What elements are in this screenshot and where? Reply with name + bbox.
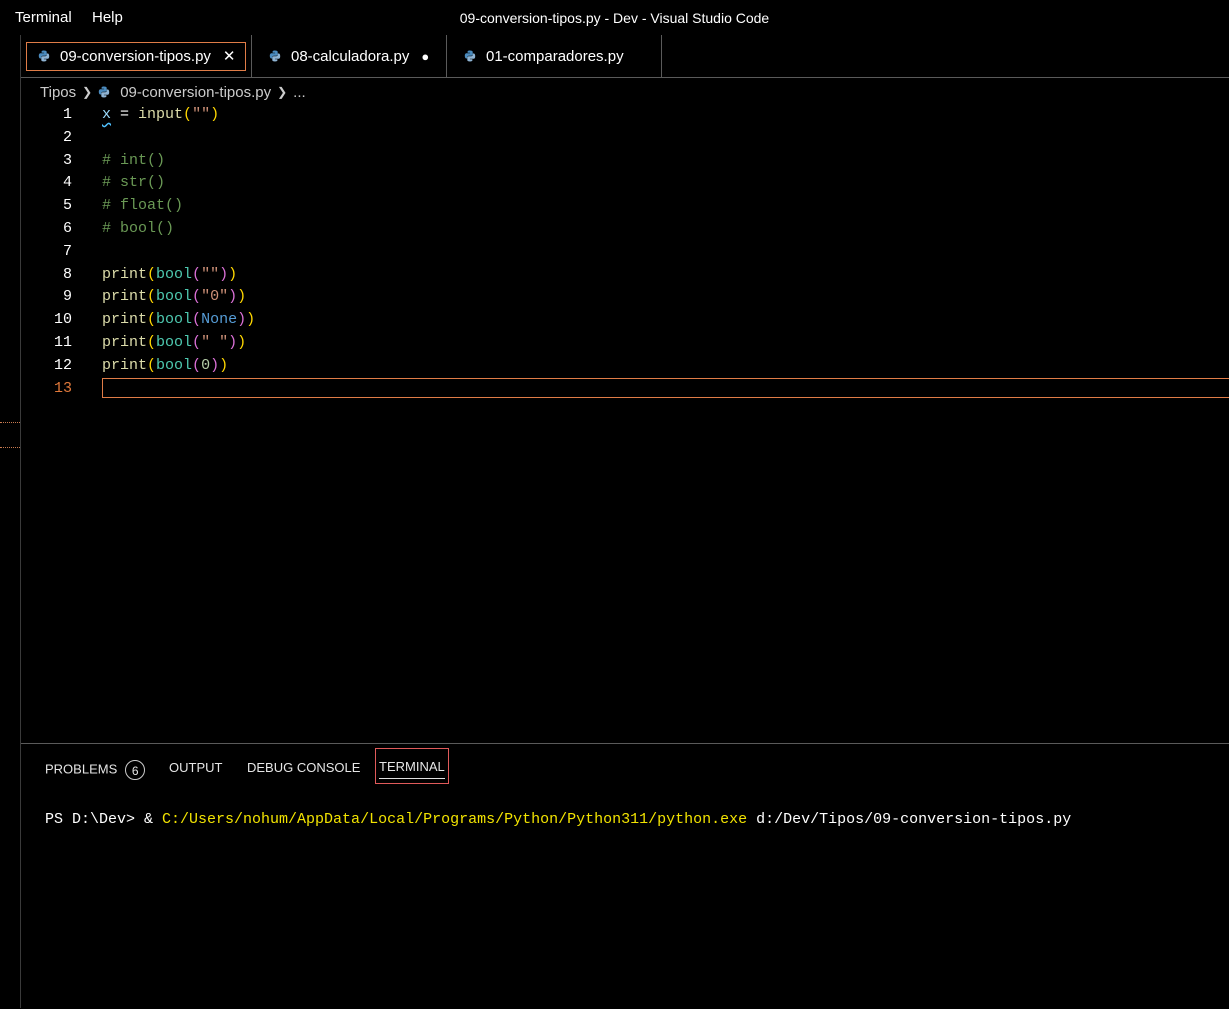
python-icon	[269, 50, 281, 62]
code-line: 4 # str()	[21, 171, 1229, 194]
tab-label: 01-comparadores.py	[486, 47, 624, 65]
breadcrumb-file[interactable]: 09-conversion-tipos.py	[120, 84, 271, 101]
tab-debug-console[interactable]: DEBUG CONSOLE	[247, 760, 360, 775]
code-text: # str()	[102, 174, 166, 191]
tab-output[interactable]: OUTPUT	[169, 760, 222, 775]
tab-01-comparadores[interactable]: 01-comparadores.py	[447, 35, 662, 77]
tab-focus-ring	[26, 42, 246, 71]
current-line-highlight	[102, 378, 1229, 398]
code-text: print(bool(0))	[102, 357, 229, 374]
breadcrumb-folder[interactable]: Tipos	[40, 84, 76, 101]
line-number: 8	[62, 266, 72, 283]
tab-08-calculadora[interactable]: 08-calculadora.py ●	[252, 35, 447, 77]
line-number: 5	[62, 197, 72, 214]
code-line: 12 print(bool(0))	[21, 354, 1229, 377]
line-number: 7	[62, 243, 72, 260]
window-title: 09-conversion-tipos.py - Dev - Visual St…	[459, 10, 770, 26]
code-text: print(bool(None))	[102, 311, 256, 328]
code-text: # float()	[102, 197, 184, 214]
code-text: # int()	[102, 152, 166, 169]
chevron-right-icon: ❯	[82, 85, 93, 99]
line-number: 11	[53, 334, 72, 351]
active-tab-underline	[379, 778, 445, 779]
line-number: 12	[53, 357, 72, 374]
line-number: 2	[62, 129, 72, 146]
code-line: 1 x = input("")	[21, 103, 1229, 126]
line-number: 9	[62, 288, 72, 305]
code-line: 2	[21, 126, 1229, 149]
code-text: # bool()	[102, 220, 175, 237]
line-number: 10	[53, 311, 72, 328]
code-line: 7	[21, 240, 1229, 263]
code-line: 9 print(bool("0"))	[21, 285, 1229, 308]
activity-bar-focus-marker	[0, 422, 20, 448]
terminal-output[interactable]: PS D:\Dev> & C:/Users/nohum/AppData/Loca…	[45, 811, 1071, 828]
editor-tab-bar: 09-conversion-tipos.py ✕ 08-calculadora.…	[21, 35, 1229, 78]
tab-terminal[interactable]: TERMINAL	[375, 748, 449, 784]
tab-09-conversion-tipos[interactable]: 09-conversion-tipos.py ✕	[21, 35, 252, 77]
line-number: 3	[62, 152, 72, 169]
code-text: x = input("")	[102, 106, 220, 123]
code-line: 3 # int()	[21, 149, 1229, 172]
code-text: print(bool(""))	[102, 266, 238, 283]
code-line: 8 print(bool(""))	[21, 263, 1229, 286]
code-line: 6 # bool()	[21, 217, 1229, 240]
tab-label: 08-calculadora.py	[291, 47, 410, 65]
code-line: 11 print(bool(" "))	[21, 331, 1229, 354]
code-text: print(bool(" "))	[102, 334, 247, 351]
chevron-right-icon: ❯	[277, 85, 288, 99]
code-text: print(bool("0"))	[102, 288, 247, 305]
code-editor[interactable]: 1 x = input("") 2 3 # int() 4 # str() 5 …	[21, 103, 1229, 743]
tab-problems[interactable]: PROBLEMS 6	[45, 760, 146, 780]
python-icon	[98, 86, 110, 98]
problems-count-badge: 6	[125, 760, 146, 780]
modified-dot-icon[interactable]: ●	[421, 49, 429, 64]
bottom-panel: PROBLEMS 6 OUTPUT DEBUG CONSOLE TERMINAL …	[21, 743, 1229, 1009]
line-number: 1	[62, 106, 72, 123]
breadcrumb: Tipos ❯ 09-conversion-tipos.py ❯ ...	[40, 82, 306, 102]
python-icon	[464, 50, 476, 62]
breadcrumb-more[interactable]: ...	[293, 84, 306, 101]
title-bar: Terminal Help 09-conversion-tipos.py - D…	[0, 0, 1229, 35]
code-line: 5 # float()	[21, 194, 1229, 217]
code-line: 10 print(bool(None))	[21, 308, 1229, 331]
line-number: 6	[62, 220, 72, 237]
line-number: 13	[53, 380, 72, 397]
line-number: 4	[62, 174, 72, 191]
